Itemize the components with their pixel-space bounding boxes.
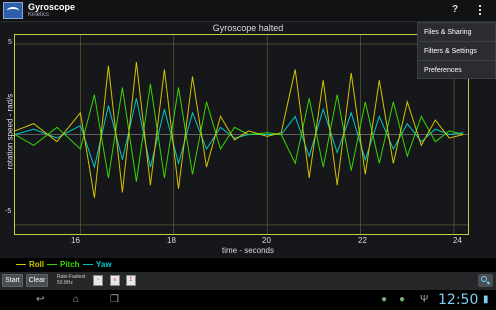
menu-item-preferences[interactable]: Preferences <box>418 61 495 80</box>
clock: 12:50 <box>438 292 479 308</box>
x-tick-18: 18 <box>167 236 176 245</box>
action-bar: Gyroscope Kinetics ? <box>0 0 496 22</box>
y-tick-top: 5 <box>8 39 12 46</box>
notification-debug-icon: ● <box>399 294 406 305</box>
battery-icon: ▮ <box>483 294 489 305</box>
app-subtitle: Kinetics <box>28 12 50 18</box>
app-title: Gyroscope <box>28 2 76 12</box>
gyroscope-plot <box>14 35 468 234</box>
system-nav-bar: ↩ ⌂ ❐ ● ● Ψ 12:50 ▮ <box>0 290 496 310</box>
legend: Roll Pitch Yaw <box>0 258 496 272</box>
x-tick-24: 24 <box>453 236 462 245</box>
y-axis-label: rotation speed - rad/s <box>5 93 15 170</box>
overflow-menu-icon[interactable] <box>475 3 485 17</box>
sample-rate: Rate:Fastest 50.8Hz <box>57 274 85 286</box>
recent-apps-icon[interactable]: ❐ <box>110 294 119 305</box>
chart-icon[interactable]: ~ <box>93 275 103 286</box>
legend-yaw: Yaw <box>96 260 112 269</box>
x-tick-16: 16 <box>71 236 80 245</box>
table-icon[interactable]: ≡ <box>110 275 120 286</box>
plot-box <box>14 34 469 235</box>
menu-item-files-sharing[interactable]: Files & Sharing <box>418 23 495 42</box>
legend-roll: Roll <box>29 260 45 269</box>
notification-android-icon: ● <box>381 294 388 305</box>
usb-icon: Ψ <box>420 294 429 305</box>
search-icon[interactable] <box>478 274 493 287</box>
sample-rate-value: 50.8Hz <box>57 280 73 286</box>
help-icon[interactable]: ? <box>452 4 458 15</box>
clear-button[interactable]: Clear <box>26 274 48 287</box>
back-icon[interactable]: ↩ <box>36 294 44 305</box>
stats-icon[interactable]: Σ <box>126 275 136 286</box>
legend-line-yaw <box>83 264 93 265</box>
legend-pitch: Pitch <box>60 260 80 269</box>
overflow-menu: Files & Sharing Filters & Settings Prefe… <box>417 22 496 79</box>
start-button[interactable]: Start <box>2 274 23 287</box>
x-axis-label: time - seconds <box>221 246 275 255</box>
legend-line-pitch <box>47 264 57 265</box>
home-icon[interactable]: ⌂ <box>73 294 79 305</box>
y-tick-bottom: -5 <box>5 208 12 215</box>
bottom-toolbar: Start Clear Rate:Fastest 50.8Hz ~ ≡ Σ <box>0 272 496 290</box>
series-yaw-line <box>14 98 464 169</box>
series-pitch-line <box>14 83 464 182</box>
gyroscope-app-icon[interactable] <box>3 2 23 19</box>
legend-line-roll <box>16 264 26 265</box>
x-tick-22: 22 <box>358 236 367 245</box>
menu-item-filters-settings[interactable]: Filters & Settings <box>418 42 495 61</box>
x-tick-20: 20 <box>262 236 271 245</box>
